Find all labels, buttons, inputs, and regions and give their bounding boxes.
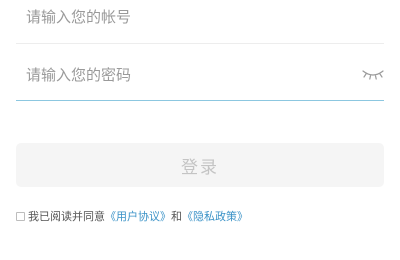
agreement-row: 我已阅读并同意 《用户协议》 和 《隐私政策》 [16,208,248,224]
privacy-policy-link[interactable]: 《隐私政策》 [182,208,248,224]
account-input[interactable] [26,4,348,30]
login-page: 登录 我已阅读并同意 《用户协议》 和 《隐私政策》 [0,0,400,260]
user-agreement-link[interactable]: 《用户协议》 [105,208,171,224]
eye-closed-icon[interactable] [362,65,384,83]
account-field [16,0,384,44]
agreement-checkbox[interactable] [16,211,25,221]
agreement-prefix-text: 我已阅读并同意 [28,210,105,223]
agreement-conjunction-text: 和 [171,210,182,223]
login-button[interactable]: 登录 [16,143,384,187]
password-input[interactable] [26,62,348,88]
password-field [16,52,384,101]
